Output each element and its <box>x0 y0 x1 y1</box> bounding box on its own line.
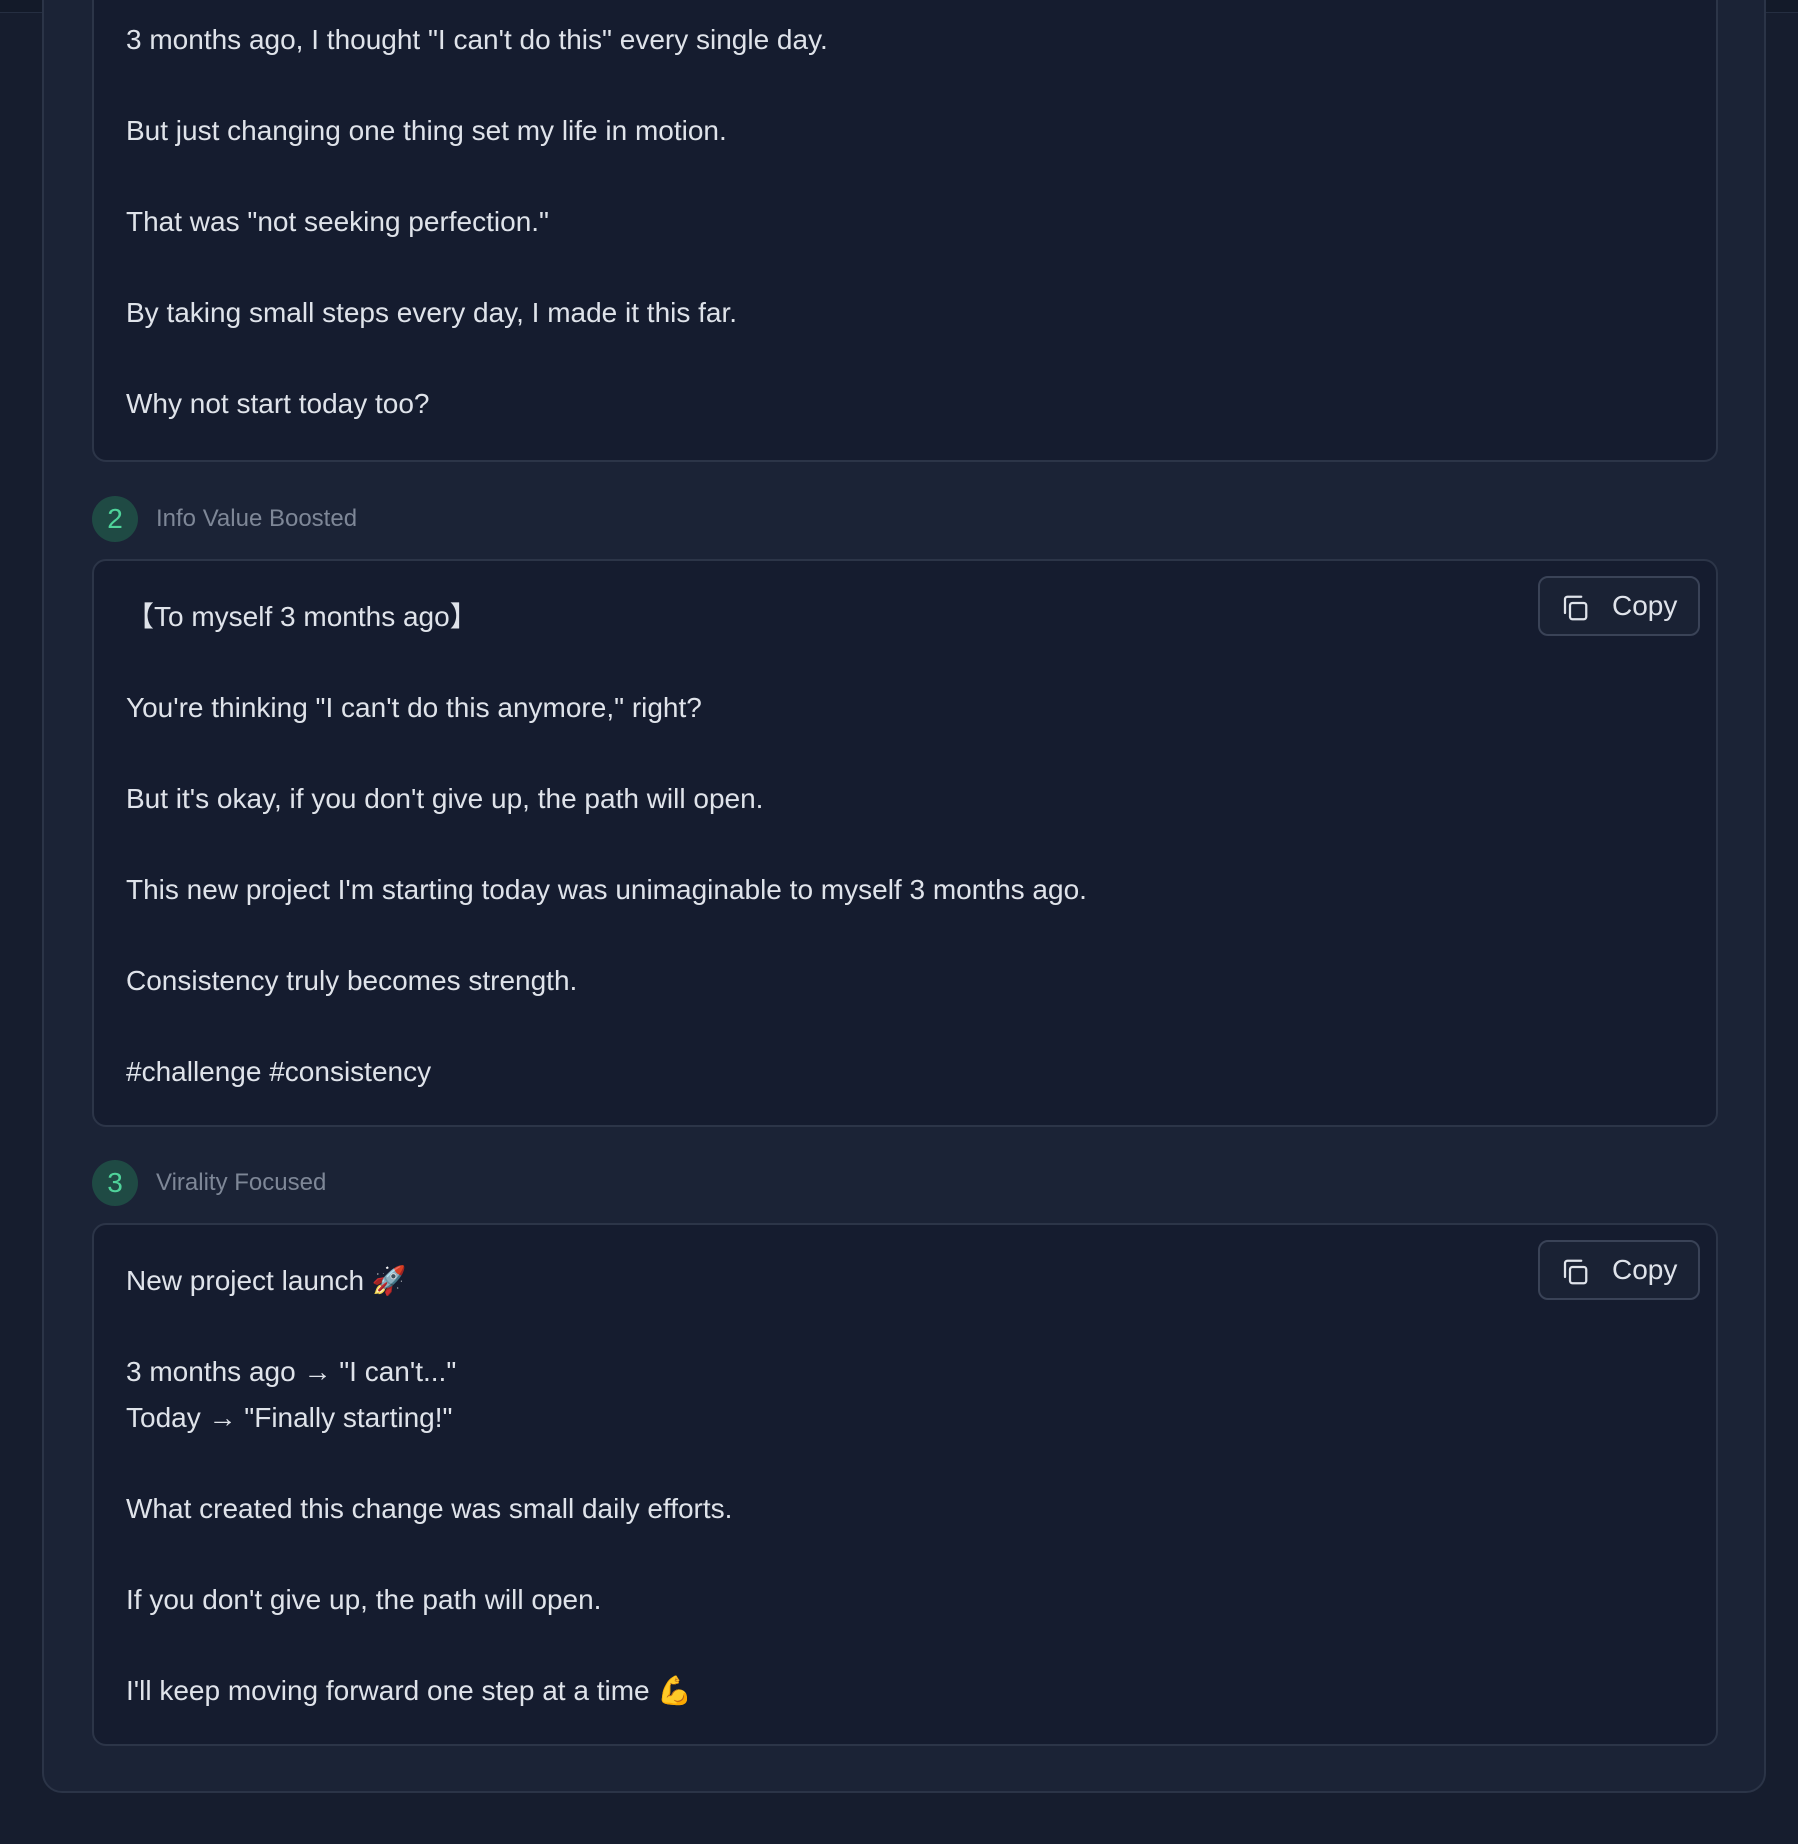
copy-button-label: Copy <box>1612 1254 1678 1285</box>
variant-2-line: You're thinking "I can't do this anymore… <box>126 692 702 723</box>
variant-2-line: But it's okay, if you don't give up, the… <box>126 783 764 814</box>
variant-card-2: Copy 【To myself 3 months ago】 You're thi… <box>92 559 1718 1127</box>
copy-button[interactable]: Copy <box>1538 576 1700 636</box>
variant-2-line: #challenge #consistency <box>126 1056 432 1087</box>
variant-card-1: 3 months ago, I thought "I can't do this… <box>92 0 1718 462</box>
variant-card-3: Copy New project launch 🚀 3 months ago →… <box>92 1223 1718 1746</box>
variant-1-line: Why not start today too? <box>126 388 430 419</box>
variant-1-line: 3 months ago, I thought "I can't do this… <box>126 24 828 55</box>
copy-button-label: Copy <box>1612 590 1678 621</box>
variant-1-line: That was "not seeking perfection." <box>126 206 549 237</box>
variant-label: Info Value Boosted <box>156 505 358 532</box>
variant-number-badge: 2 <box>92 496 138 542</box>
variant-2-line: Consistency truly becomes strength. <box>126 965 578 996</box>
variant-3-line: What created this change was small daily… <box>126 1493 733 1524</box>
variant-2-line: 【To myself 3 months ago】 <box>126 601 478 632</box>
variant-1-line: But just changing one thing set my life … <box>126 115 727 146</box>
variant-1-line: By taking small steps every day, I made … <box>126 297 738 328</box>
variant-3-line: 3 months ago → "I can't..." <box>126 1356 457 1387</box>
copy-icon <box>1563 1259 1588 1285</box>
variant-number-badge: 3 <box>92 1160 138 1206</box>
variant-2-line: This new project I'm starting today was … <box>126 874 1087 905</box>
variant-3-line: If you don't give up, the path will open… <box>126 1584 602 1615</box>
variant-3-line: Today → "Finally starting!" <box>126 1402 453 1433</box>
variant-label: Virality Focused <box>156 1169 327 1196</box>
variant-3-line: New project launch 🚀 <box>126 1265 407 1296</box>
copy-button[interactable]: Copy <box>1538 1240 1700 1300</box>
variant-3-line: I'll keep moving forward one step at a t… <box>126 1675 693 1706</box>
copy-icon <box>1563 595 1588 621</box>
